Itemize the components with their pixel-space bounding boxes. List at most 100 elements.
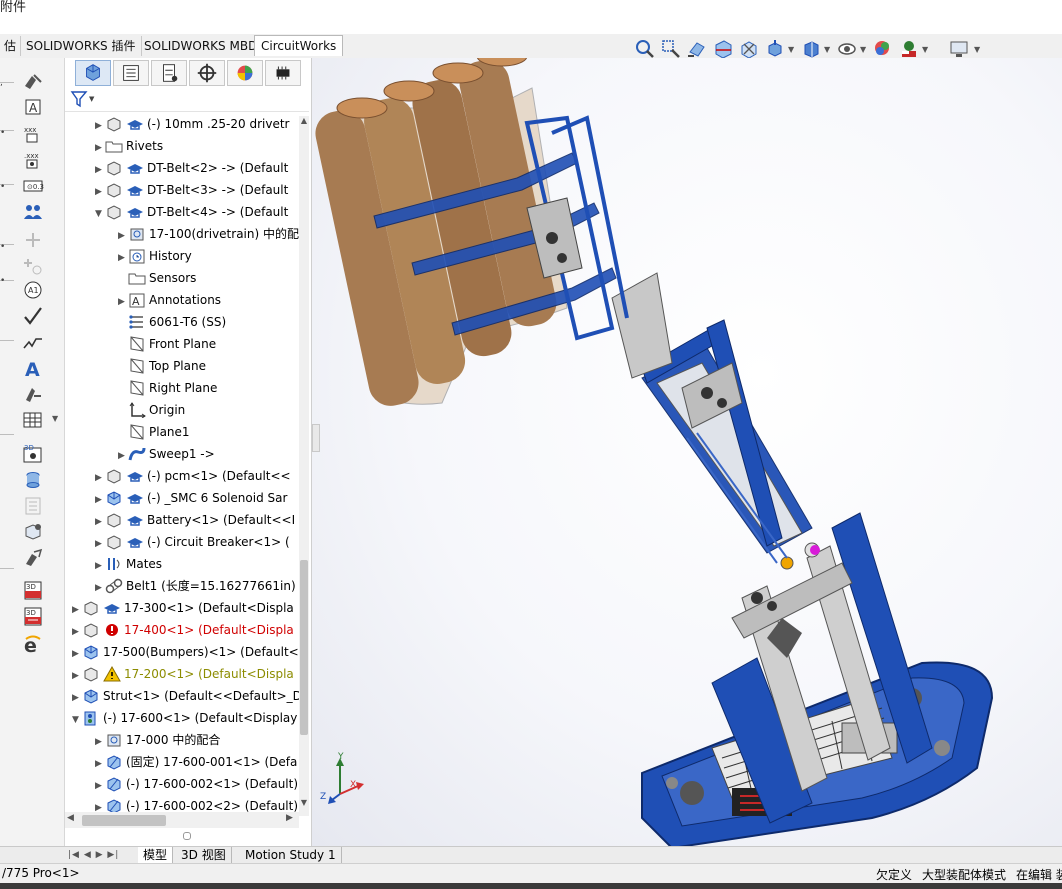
edrawings-icon[interactable]: e (22, 634, 44, 654)
tree-item[interactable]: ▶ History (118, 245, 192, 267)
apply-scene-dropdown-icon[interactable]: ▼ (922, 45, 928, 54)
hide-show-dropdown-icon[interactable]: ▼ (860, 45, 866, 54)
scroll-up-icon[interactable]: ▲ (299, 116, 309, 128)
tree-item[interactable]: ▶ 17-400<1> (Default<Displa (72, 619, 294, 641)
tree-horizontal-scroll-thumb[interactable] (82, 815, 166, 826)
datum-feature-icon[interactable]: ⊙0.3 (22, 176, 44, 196)
surface-finish-icon[interactable] (22, 334, 44, 354)
view-orientation-icon[interactable] (764, 38, 786, 60)
zoom-to-fit-icon[interactable] (634, 38, 656, 60)
tree-item[interactable]: ▶ 17-200<1> (Default<Displa (72, 663, 294, 685)
cylinder-view-icon[interactable] (22, 470, 44, 490)
edit-appearance-icon[interactable] (872, 38, 894, 60)
apply-scene-icon[interactable] (898, 38, 920, 60)
part-icon (84, 666, 98, 682)
filter-icon[interactable] (70, 90, 90, 108)
table-icon[interactable] (22, 410, 44, 430)
configurationmanager-tab-icon[interactable] (151, 60, 187, 86)
tree-item[interactable]: ▶ Mates (95, 553, 162, 575)
tree-item[interactable]: ▶ 17-300<1> (Default<Displa (72, 597, 294, 619)
tree-item[interactable]: ▶ A Annotations (118, 289, 221, 311)
weld-symbol-icon[interactable] (22, 384, 44, 404)
plane-icon (130, 335, 144, 352)
tree-item[interactable]: ▼ DT-Belt<4> -> (Default (95, 201, 288, 223)
tree-item[interactable]: Top Plane (118, 355, 206, 377)
pdf-template-icon[interactable]: 3D (22, 606, 44, 626)
publish-3d-pdf-icon[interactable]: 3D (22, 580, 44, 600)
tree-item[interactable]: Front Plane (118, 333, 216, 355)
tab-model[interactable]: 模型 (138, 847, 174, 863)
tab-solidworks-addins[interactable]: SOLIDWORKS 插件 (20, 36, 143, 56)
panel-collapse-handle[interactable] (312, 424, 320, 452)
capture-icon[interactable] (22, 522, 44, 542)
tree-item[interactable]: ▶ (-) pcm<1> (Default<< (95, 465, 291, 487)
dimxpertmanager-tab-icon[interactable] (189, 60, 225, 86)
tree-item[interactable]: ▶ Battery<1> (Default<<I (95, 509, 295, 531)
section-view-icon[interactable] (712, 38, 734, 60)
tab-circuitworks[interactable]: CircuitWorks (254, 35, 344, 56)
tree-vertical-scroll-thumb[interactable] (300, 560, 308, 735)
tree-item[interactable]: ▶ DT-Belt<2> -> (Default (95, 157, 288, 179)
view-orientation-dropdown-icon[interactable]: ▼ (788, 45, 794, 54)
graphics-viewport[interactable]: Y X Z (312, 58, 1062, 846)
toolbox-hat-icon (127, 537, 143, 548)
attach-icon[interactable] (22, 548, 44, 568)
tab-evaluate[interactable]: 估 (0, 36, 22, 56)
note-icon[interactable]: A (22, 98, 44, 118)
hide-show-items-icon[interactable] (836, 38, 858, 60)
tree-item[interactable]: 6061-T6 (SS) (118, 311, 226, 333)
balloon-icon[interactable]: xxx (22, 124, 44, 144)
check-icon[interactable] (22, 306, 44, 326)
assembly-people-icon[interactable] (22, 202, 44, 222)
text-annotation-icon[interactable]: A (22, 358, 44, 378)
tree-item[interactable]: Right Plane (118, 377, 217, 399)
plane-icon (130, 423, 144, 440)
scroll-down-icon[interactable]: ▼ (299, 798, 309, 810)
view-settings-dropdown-icon[interactable]: ▼ (974, 45, 980, 54)
tree-item[interactable]: ▶ (-) 10mm .25-20 drivetr (95, 113, 289, 135)
tree-item-label: Annotations (149, 293, 222, 307)
tree-item[interactable]: Origin (118, 399, 185, 421)
tab-solidworks-mbd[interactable]: SOLIDWORKS MBD (138, 36, 265, 56)
auto-balloon-icon[interactable]: .xxx (22, 150, 44, 170)
tab-scroll-arrows-icon[interactable]: |◀ ◀ ▶ ▶| (68, 847, 132, 863)
tree-item[interactable]: ▶ (-) Circuit Breaker<1> ( (95, 531, 290, 553)
circuitworks-tab-icon[interactable] (265, 60, 301, 86)
tree-item[interactable]: ▶ Strut<1> (Default<<Default>_D (72, 685, 302, 707)
tree-item[interactable]: ▼ (-) 17-600<1> (Default<Display (72, 707, 297, 729)
displaymanager-tab-icon[interactable] (227, 60, 263, 86)
tree-item[interactable]: ▶ 17-000 中的配合 (95, 729, 220, 751)
tree-item[interactable]: ▶ (固定) 17-600-001<1> (Defa (95, 751, 297, 773)
scroll-right-icon[interactable]: ▶ (286, 813, 293, 823)
tree-item[interactable]: Sensors (118, 267, 196, 289)
display-style-icon[interactable] (800, 38, 822, 60)
tree-item[interactable]: ▶ Sweep1 -> (118, 443, 215, 465)
tree-item[interactable]: ▶ (-) _SMC 6 Solenoid Sar (95, 487, 287, 509)
tab-3d-views[interactable]: 3D 视图 (176, 847, 232, 863)
zoom-to-area-icon[interactable] (660, 38, 682, 60)
display-style-dropdown-icon[interactable]: ▼ (824, 45, 830, 54)
tree-item[interactable]: ▶ Belt1 (长度=15.16277661in) (95, 575, 296, 597)
tree-item[interactable]: ▶ DT-Belt<3> -> (Default (95, 179, 288, 201)
dynamic-annotation-icon[interactable] (738, 38, 760, 60)
material-icon (129, 314, 143, 329)
panel-resize-handle-icon[interactable] (183, 832, 191, 840)
filter-dropdown-icon[interactable]: ▼ (89, 95, 94, 103)
status-large-assembly-mode[interactable]: 大型装配体模式 (922, 866, 1006, 883)
scroll-left-icon[interactable]: ◀ (67, 813, 74, 823)
tree-item[interactable]: Plane1 (118, 421, 190, 443)
tree-item-label: Battery<1> (Default<<I (147, 513, 296, 527)
tree-item[interactable]: ▶ 17-500(Bumpers)<1> (Default< (72, 641, 299, 663)
propertymanager-tab-icon[interactable] (113, 60, 149, 86)
table-dropdown-icon[interactable]: ▼ (52, 414, 58, 423)
featuremanager-tree-tab-icon[interactable] (75, 60, 111, 86)
previous-view-icon[interactable] (686, 38, 708, 60)
tree-item[interactable]: ▶ Rivets (95, 135, 163, 157)
tree-item[interactable]: ▶ 17-100(drivetrain) 中的配 (118, 223, 299, 245)
tab-motion-study-1[interactable]: Motion Study 1 (240, 847, 342, 863)
measure-icon[interactable]: A1 (22, 280, 44, 300)
smart-fasteners-icon[interactable] (22, 72, 44, 92)
3d-view-icon[interactable]: 3D (22, 444, 44, 464)
tree-item[interactable]: ▶ (-) 17-600-002<1> (Default) (95, 773, 298, 795)
view-settings-icon[interactable] (948, 38, 970, 60)
